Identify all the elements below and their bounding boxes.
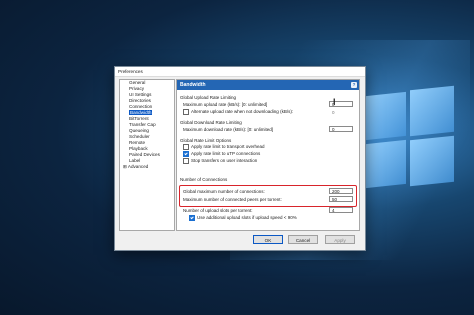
utp-checkbox-row[interactable]: Apply rate limit to uTP connections bbox=[183, 151, 260, 157]
stop-transfers-checkbox-row[interactable]: Stop transfers on user interaction bbox=[183, 158, 257, 164]
checkbox-icon[interactable] bbox=[183, 109, 189, 115]
checkbox-checked-icon[interactable] bbox=[189, 215, 195, 221]
tree-item-advanced[interactable]: ⊞ Advanced bbox=[120, 164, 174, 170]
alt-upload-value: 0 bbox=[332, 110, 335, 115]
ok-button[interactable]: OK bbox=[253, 235, 283, 244]
checkbox-icon[interactable] bbox=[183, 144, 189, 150]
max-download-input[interactable]: 0 bbox=[329, 126, 353, 132]
overhead-checkbox-row[interactable]: Apply rate limit to transport overhead bbox=[183, 144, 265, 150]
download-section-title: Global Download Rate Limiting bbox=[180, 120, 242, 125]
help-icon[interactable]: ? bbox=[351, 82, 357, 88]
extra-slots-checkbox-row[interactable]: Use additional upload slots if upload sp… bbox=[189, 215, 297, 221]
dialog-title: Preferences bbox=[115, 67, 365, 77]
alt-upload-checkbox-row[interactable]: Alternate upload rate when not downloadi… bbox=[183, 109, 293, 115]
preferences-dialog: Preferences General Privacy UI Settings … bbox=[114, 66, 366, 251]
max-download-label: Maximum download rate (kB/s): [0: unlimi… bbox=[183, 127, 274, 132]
text-cursor-icon: I bbox=[333, 97, 336, 107]
checkbox-icon[interactable] bbox=[183, 158, 189, 164]
upload-slots-label: Number of upload slots per torrent: bbox=[183, 208, 253, 213]
upload-section-title: Global Upload Rate Limiting bbox=[180, 95, 237, 100]
max-upload-label: Maximum upload rate (kB/s): [0: unlimite… bbox=[183, 102, 268, 107]
expand-icon[interactable]: ⊞ bbox=[123, 164, 127, 169]
apply-button[interactable]: Apply bbox=[325, 235, 355, 244]
windows-logo bbox=[358, 80, 458, 200]
panel-header: Bandwidth ? bbox=[177, 80, 359, 90]
settings-tree[interactable]: General Privacy UI Settings Directories … bbox=[119, 79, 175, 231]
limit-section-title: Global Rate Limit Options bbox=[180, 138, 232, 143]
cancel-button[interactable]: Cancel bbox=[288, 235, 318, 244]
upload-slots-input[interactable]: 4 bbox=[329, 207, 353, 213]
highlight-annotation bbox=[179, 185, 357, 207]
connections-section-title: Number of Connections bbox=[180, 177, 228, 182]
checkbox-checked-icon[interactable] bbox=[183, 151, 189, 157]
